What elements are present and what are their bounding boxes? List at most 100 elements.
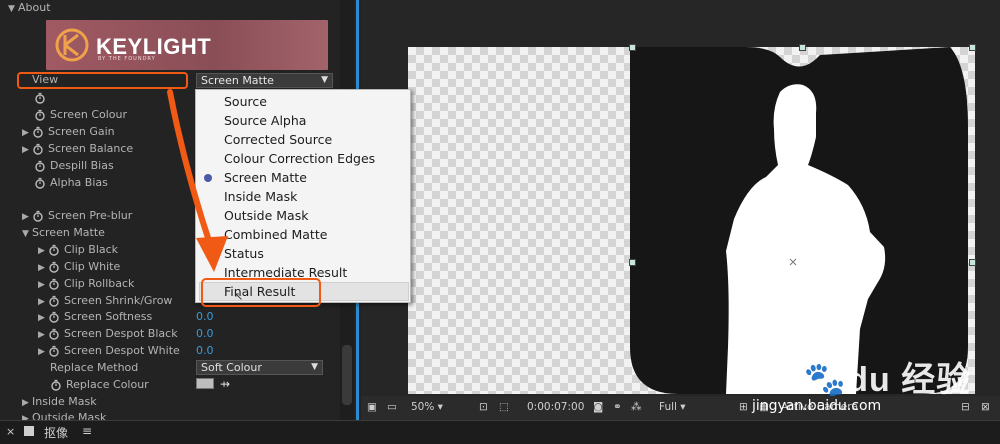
softness-row[interactable]: ▶ Screen Softness [38,309,152,325]
stopwatch-icon[interactable] [48,244,60,256]
safe-zone-icon[interactable]: ⬚ [499,401,509,413]
despill-bias-row: Despill Bias [34,158,114,174]
screen-gain-row[interactable]: ▶ Screen Gain [22,124,115,140]
view-highlight-box [17,72,188,89]
screen-preblur-row[interactable]: ▶ Screen Pre-blur [22,208,132,224]
snapshot-icon[interactable]: ▣ [367,401,377,413]
keylight-logo-icon [55,28,89,62]
view-dropdown[interactable]: Screen Matte ▼ [196,73,333,88]
stopwatch-icon[interactable] [48,278,60,290]
color-channel-icon[interactable]: ⚭ [613,401,622,413]
stopwatch-icon[interactable] [34,177,46,189]
outside-mask-row[interactable]: ▶ Outside Mask [22,410,106,420]
grid-icon[interactable]: ⊞ [739,401,748,413]
timecode[interactable]: 0:00:07:00 [527,401,584,413]
replace-method-dropdown[interactable]: Soft Colour ▼ [196,360,323,375]
expand-triangle-icon[interactable]: ▶ [22,142,32,158]
baidu-watermark: Bai🐾du 经验 [748,361,972,399]
transform-handle[interactable] [629,44,636,51]
camera-icon[interactable]: ◙ [593,401,603,413]
view-options-menu: Source Source Alpha Corrected Source Col… [195,89,411,303]
expand-triangle-icon[interactable]: ▶ [22,125,32,141]
stopwatch-row [34,90,50,106]
screen-colour-row: Screen Colour [34,107,127,123]
transform-handle[interactable] [969,44,976,51]
stopwatch-icon[interactable] [32,143,44,155]
menu-item-screen-matte[interactable]: Screen Matte [224,168,307,187]
menu-item-outside-mask[interactable]: Outside Mask [224,206,308,225]
collapse-triangle-icon[interactable]: ▼ [22,226,32,242]
menu-item-corrected-source[interactable]: Corrected Source [224,130,332,149]
clip-white-row[interactable]: ▶ Clip White [38,259,120,275]
clip-rollback-row[interactable]: ▶ Clip Rollback [38,276,134,292]
expand-triangle-icon[interactable]: ▶ [38,243,48,259]
stopwatch-icon[interactable] [34,160,46,172]
expand-triangle-icon[interactable]: ▶ [38,344,48,360]
bottom-tab-bar: × 抠像 ≡ [0,420,1000,444]
screen-balance-row[interactable]: ▶ Screen Balance [22,141,133,157]
replace-method-label: Replace Method [50,361,139,374]
resolution-dropdown[interactable]: Full ▾ [659,401,686,413]
stopwatch-icon[interactable] [32,210,44,222]
stopwatch-icon[interactable] [48,328,60,340]
viewer-toolbar: ▣ ▭ 50% ▾ ⊡ ⬚ 0:00:07:00 ◙ ⚭ ⁂ Full ▾ ⊞ … [361,396,1000,420]
softness-value[interactable]: 0.0 [196,309,214,325]
expand-triangle-icon[interactable]: ▶ [38,310,48,326]
stopwatch-icon[interactable] [34,109,46,121]
stopwatch-icon[interactable] [48,295,60,307]
menu-icon[interactable]: ≡ [82,424,92,438]
selected-radio-icon [204,174,212,182]
composition-tab[interactable]: 抠像 [44,424,68,441]
monitor-icon[interactable]: ▭ [387,401,397,413]
watermark-url: jingyan.baidu.com [752,398,882,414]
screen-matte-group[interactable]: ▼ Screen Matte [22,225,105,241]
expand-triangle-icon[interactable]: ▶ [22,411,32,420]
menu-item-source[interactable]: Source [224,92,267,111]
stopwatch-icon[interactable] [48,345,60,357]
menu-item-colour-correction-edges[interactable]: Colour Correction Edges [224,149,375,168]
scrollbar-thumb[interactable] [342,345,352,405]
stopwatch-icon[interactable] [32,126,44,138]
layout-icon[interactable]: ⊟ [961,401,970,413]
composition-canvas[interactable] [408,47,975,394]
close-icon[interactable]: × [6,425,15,438]
matte-preview [630,47,968,394]
expand-triangle-icon[interactable]: ▶ [38,327,48,343]
despot-white-value[interactable]: 0.0 [196,343,214,359]
despot-white-row[interactable]: ▶ Screen Despot White [38,343,180,359]
region-icon[interactable]: ⊡ [479,401,488,413]
clip-black-row[interactable]: ▶ Clip Black [38,242,118,258]
stopwatch-icon[interactable] [50,379,62,391]
collapse-triangle-icon[interactable]: ▼ [8,1,18,17]
transform-handle[interactable] [969,259,976,266]
expand-triangle-icon[interactable]: ▶ [38,277,48,293]
final-result-highlight-box [201,278,321,307]
shrink-grow-row[interactable]: ▶ Screen Shrink/Grow [38,293,172,309]
replace-colour-row: Replace Colour [50,377,149,393]
inside-mask-row[interactable]: ▶ Inside Mask [22,394,97,410]
rgb-channels-icon[interactable]: ⁂ [631,401,642,413]
despot-black-value[interactable]: 0.0 [196,326,214,342]
logo-subtitle: BY THE FOUNDRY [98,56,156,62]
expand-triangle-icon[interactable]: ▶ [22,209,32,225]
tab-square-icon [24,426,34,436]
menu-item-combined-matte[interactable]: Combined Matte [224,225,327,244]
alpha-bias-row: Alpha Bias [34,175,108,191]
about-row[interactable]: ▼ About [8,0,51,16]
stopwatch-icon[interactable] [48,311,60,323]
menu-item-inside-mask[interactable]: Inside Mask [224,187,297,206]
expand-triangle-icon[interactable]: ▶ [38,294,48,310]
stopwatch-icon[interactable] [48,261,60,273]
transform-handle[interactable] [629,259,636,266]
expand-triangle-icon[interactable]: ▶ [38,260,48,276]
stopwatch-icon[interactable] [34,92,46,104]
despot-black-row[interactable]: ▶ Screen Despot Black [38,326,178,342]
menu-item-status[interactable]: Status [224,244,264,263]
panel-menu-icon[interactable]: ⊠ [981,401,990,413]
eyedropper-icon[interactable]: ⇸ [220,376,230,392]
zoom-dropdown[interactable]: 50% ▾ [411,401,443,413]
menu-item-source-alpha[interactable]: Source Alpha [224,111,306,130]
expand-triangle-icon[interactable]: ▶ [22,395,32,411]
replace-colour-swatch[interactable] [196,378,214,389]
transform-handle[interactable] [799,44,806,51]
